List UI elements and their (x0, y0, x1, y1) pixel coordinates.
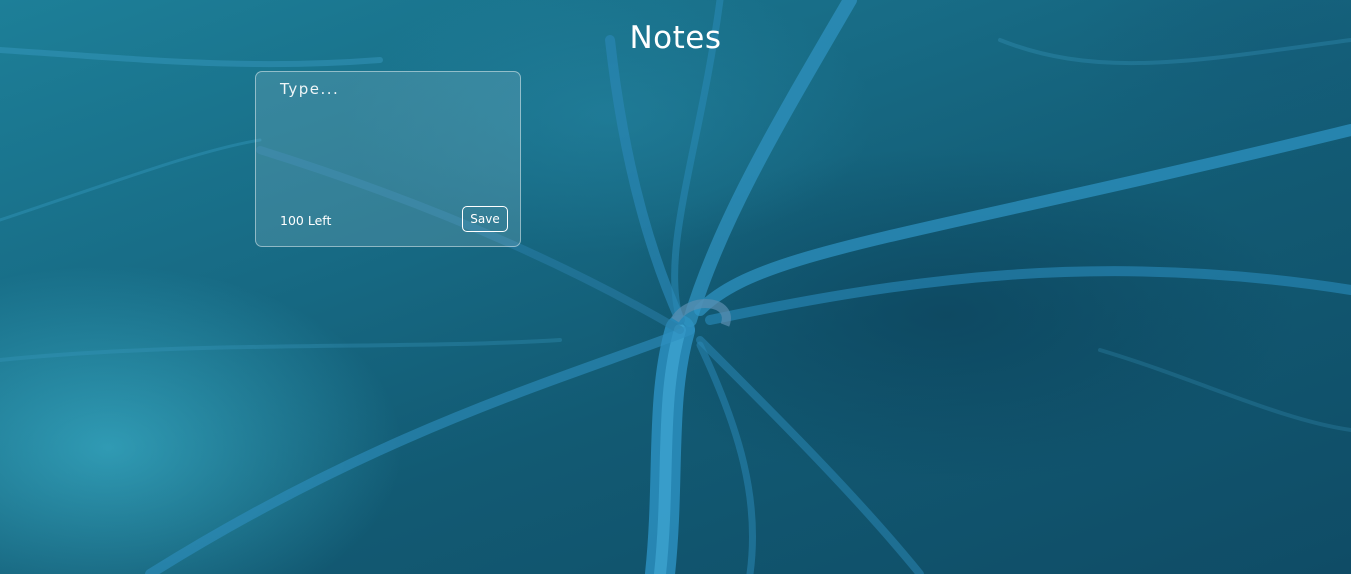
note-textarea[interactable] (272, 80, 508, 200)
app-root: Notes 100 Left Save (0, 0, 1351, 574)
note-editor-card: 100 Left Save (255, 71, 521, 247)
background-neuron-image (0, 0, 1351, 574)
save-button[interactable]: Save (462, 206, 508, 232)
page-title: Notes (629, 20, 722, 56)
characters-left-counter: 100 Left (280, 213, 332, 228)
